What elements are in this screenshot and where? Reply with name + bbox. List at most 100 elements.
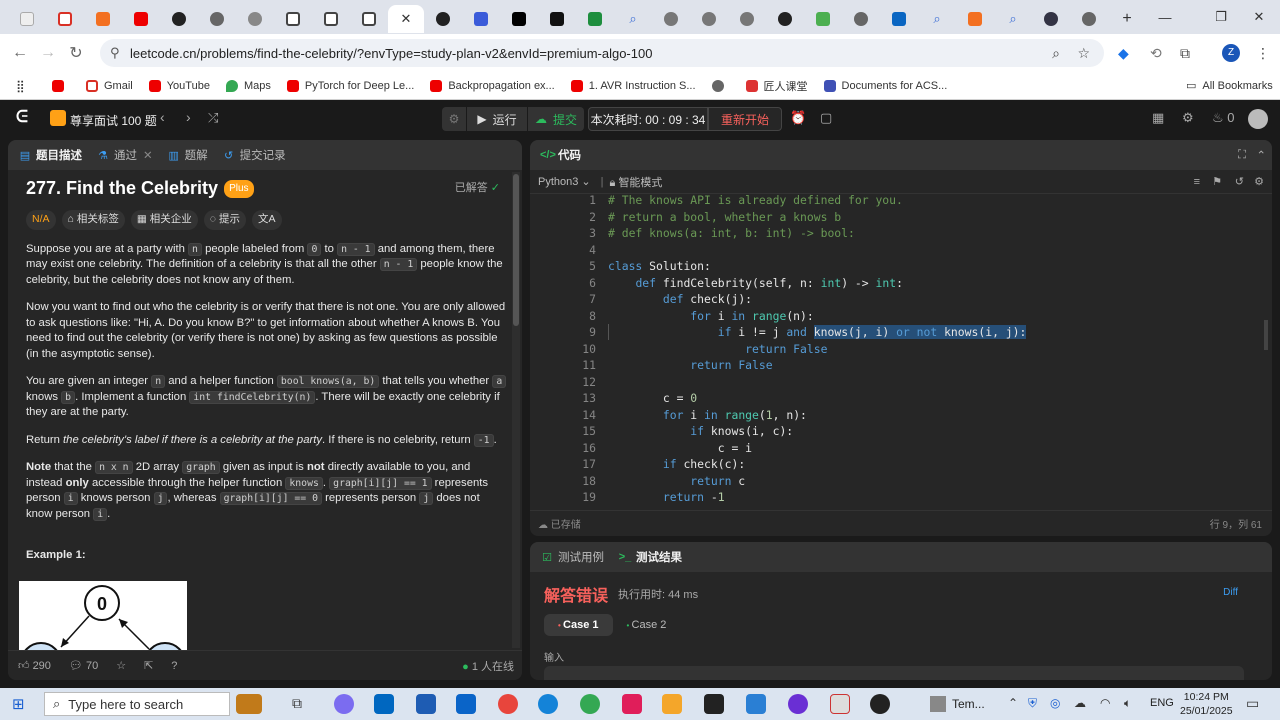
layout-grid-icon[interactable]: ▦ bbox=[1152, 110, 1164, 126]
code-line[interactable]: if check(c): bbox=[608, 456, 745, 473]
app-tray-icon[interactable]: ◎ bbox=[1050, 696, 1060, 710]
prev-problem-button[interactable]: ‹ bbox=[160, 109, 165, 125]
code-line[interactable]: def findCelebrity(self, n: int) -> int: bbox=[608, 275, 902, 292]
smart-mode-toggle[interactable]: 🔒︎ 智能模式 bbox=[610, 174, 663, 190]
collapse-icon[interactable]: ⌃ bbox=[1256, 148, 1266, 162]
tab-accepted[interactable]: ⚗ 通过 ✕ bbox=[96, 147, 153, 163]
profile-avatar[interactable]: Z bbox=[1222, 44, 1240, 62]
alarm-icon[interactable]: ⏰ bbox=[790, 110, 806, 126]
comments-button[interactable]: 💬︎ 70 bbox=[69, 659, 98, 672]
app-icon[interactable] bbox=[788, 694, 808, 714]
apps-grid-icon[interactable]: ⣿ bbox=[16, 79, 25, 93]
case-tab-1[interactable]: • Case 1 bbox=[544, 614, 613, 636]
browser-tab[interactable] bbox=[728, 5, 766, 33]
browser-tab[interactable] bbox=[652, 5, 690, 33]
reload-button[interactable]: ↻ bbox=[62, 43, 90, 63]
forward-button[interactable]: → bbox=[34, 44, 62, 62]
app-icon[interactable] bbox=[870, 694, 890, 714]
browser-tab[interactable] bbox=[462, 5, 500, 33]
terminal-icon[interactable] bbox=[704, 694, 724, 714]
browser-tab[interactable] bbox=[538, 5, 576, 33]
close-icon[interactable]: ✕ bbox=[401, 11, 412, 27]
browser-tab[interactable] bbox=[236, 5, 274, 33]
language-select[interactable]: Python3 ⌄ bbox=[538, 175, 591, 188]
tab-solutions[interactable]: ▥ 题解 bbox=[167, 147, 207, 163]
browser-tab[interactable] bbox=[274, 5, 312, 33]
extensions-puzzle-icon[interactable]: ⧉ bbox=[1180, 45, 1190, 62]
tab-code[interactable]: </> 代码 bbox=[540, 147, 581, 163]
notifications-icon[interactable]: ▭ bbox=[1246, 695, 1259, 712]
chevron-up-icon[interactable]: ⌃ bbox=[1008, 696, 1018, 710]
related-tags-button[interactable]: ⌂ 相关标签 bbox=[61, 209, 125, 230]
bookmark-pytorch[interactable]: PyTorch for Deep Le... bbox=[286, 79, 414, 92]
bookmark-icon[interactable]: ⚑ bbox=[1212, 175, 1222, 188]
browser-tab[interactable] bbox=[46, 5, 84, 33]
browser-tab[interactable] bbox=[8, 5, 46, 33]
leetcode-logo[interactable]: ᕮ bbox=[16, 109, 28, 127]
study-plan-title[interactable]: 尊享面试 100 题 bbox=[70, 112, 157, 129]
format-icon[interactable]: ≡ bbox=[1194, 176, 1200, 188]
zoom-search-icon[interactable]: ⌕ bbox=[1052, 45, 1060, 62]
browser-tab[interactable] bbox=[880, 5, 918, 33]
problem-title[interactable]: 277. Find the Celebrity bbox=[26, 179, 218, 196]
browser-tab[interactable] bbox=[84, 5, 122, 33]
url-input[interactable]: ⚲ leetcode.cn/problems/find-the-celebrit… bbox=[100, 39, 1104, 67]
wifi-icon[interactable]: ◠ bbox=[1100, 696, 1110, 710]
browser-tab[interactable] bbox=[160, 5, 198, 33]
browser-tab[interactable] bbox=[198, 5, 236, 33]
chrome-icon[interactable] bbox=[498, 694, 518, 714]
bookmark-youtube[interactable]: YouTube bbox=[148, 79, 210, 92]
all-bookmarks[interactable]: ▭ All Bookmarks bbox=[1186, 79, 1273, 93]
minimize-button[interactable]: — bbox=[1142, 0, 1188, 34]
shield-icon[interactable]: ⛨ bbox=[1028, 696, 1037, 711]
windows-start-icon[interactable]: ⊞ bbox=[12, 695, 25, 713]
volume-icon[interactable]: 🔈︎ bbox=[1124, 696, 1131, 711]
tab-description[interactable]: ▤ 题目描述 bbox=[18, 147, 82, 163]
clock[interactable]: 10:24 PM 25/01/2025 bbox=[1180, 690, 1233, 718]
app-icon[interactable] bbox=[662, 694, 682, 714]
code-line[interactable]: c = i bbox=[608, 440, 752, 457]
run-button[interactable]: ▶ 运行 bbox=[467, 107, 527, 131]
fire-streak[interactable]: ♨ 0 bbox=[1212, 110, 1235, 126]
hints-button[interactable]: ◌ 提示 bbox=[203, 209, 247, 230]
site-info-icon[interactable]: ⚲ bbox=[110, 45, 120, 61]
code-line[interactable]: # The knows API is already defined for y… bbox=[608, 192, 903, 209]
app-icon[interactable] bbox=[374, 694, 394, 714]
editor-scrollbar[interactable] bbox=[1264, 320, 1268, 350]
note-icon[interactable]: ▢ bbox=[820, 110, 832, 126]
code-line[interactable]: # def knows(a: int, b: int) -> bool: bbox=[608, 225, 855, 242]
settings-icon[interactable]: ⚙ bbox=[1254, 175, 1264, 188]
reset-code-icon[interactable]: ↺ bbox=[1235, 175, 1244, 188]
extension-icon[interactable]: ◆ bbox=[1118, 45, 1129, 62]
browser-tab[interactable] bbox=[690, 5, 728, 33]
browser-tab[interactable] bbox=[804, 5, 842, 33]
slack-icon[interactable] bbox=[622, 694, 642, 714]
bookmark-gmail[interactable]: Gmail bbox=[86, 79, 133, 92]
code-line[interactable]: for i in range(n): bbox=[608, 308, 813, 325]
edge-icon[interactable] bbox=[538, 694, 558, 714]
avatar[interactable] bbox=[1248, 109, 1268, 129]
back-button[interactable]: ← bbox=[6, 44, 34, 62]
like-button[interactable]: 👍︎ 290 bbox=[18, 659, 51, 672]
case-tab-2[interactable]: • Case 2 bbox=[613, 614, 681, 636]
diff-button[interactable]: Diff bbox=[1223, 587, 1238, 598]
submit-button[interactable]: ☁ 提交 bbox=[528, 107, 584, 131]
code-line[interactable]: return False bbox=[608, 357, 772, 374]
app-icon[interactable] bbox=[830, 694, 850, 714]
code-line[interactable]: c = 0 bbox=[608, 390, 697, 407]
language-indicator[interactable]: ENG bbox=[1150, 697, 1174, 709]
taskbar-app-item[interactable]: Tem... bbox=[930, 696, 985, 712]
code-line[interactable]: for i in range(1, n): bbox=[608, 407, 807, 424]
new-tab-button[interactable]: + bbox=[1108, 5, 1146, 33]
code-line[interactable]: if i != j and knows(j, i) or not knows(i… bbox=[608, 324, 1027, 341]
code-line[interactable]: def check(j): bbox=[608, 291, 752, 308]
browser-tab[interactable]: ⌕ bbox=[994, 5, 1032, 33]
browser-tab[interactable] bbox=[576, 5, 614, 33]
bookmark-avr[interactable]: 1. AVR Instruction S... bbox=[570, 79, 696, 92]
taskbar-search[interactable]: ⌕ Type here to search bbox=[44, 692, 230, 716]
bookmark-item[interactable] bbox=[52, 79, 70, 92]
close-window-button[interactable]: ✕ bbox=[1236, 0, 1280, 34]
related-companies-button[interactable]: ▦ 相关企业 bbox=[130, 209, 198, 230]
bookmark-jiangren[interactable]: 匠人课堂 bbox=[745, 78, 808, 94]
task-view-icon[interactable]: ⧉ bbox=[292, 695, 302, 712]
